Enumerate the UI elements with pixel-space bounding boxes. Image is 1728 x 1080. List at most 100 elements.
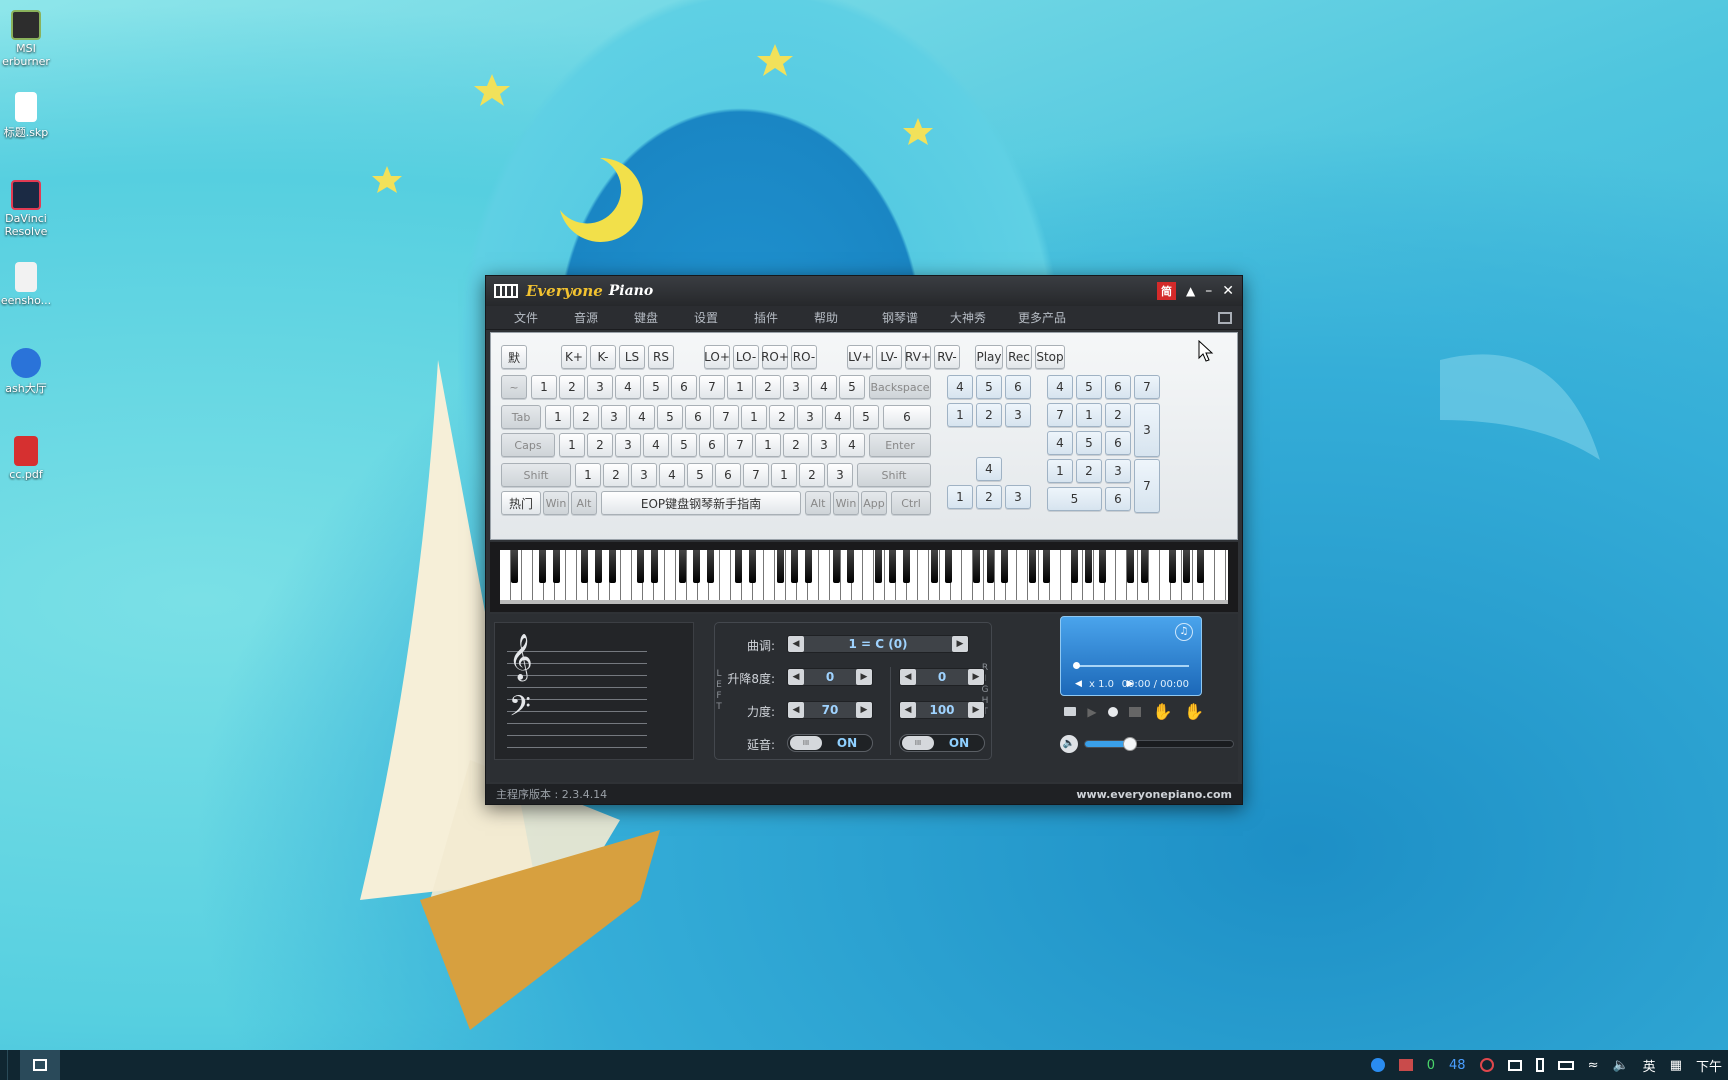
lv-minus-button[interactable]: LV- <box>876 345 902 369</box>
piano-key[interactable]: 3 <box>783 375 809 399</box>
piano-key[interactable]: 1 <box>727 375 753 399</box>
music-note-icon[interactable]: ♫ <box>1175 623 1193 641</box>
arrow-left-key[interactable]: 1 <box>947 485 973 509</box>
ctrl-key[interactable]: Ctrl <box>891 491 931 515</box>
alt-right-key[interactable]: Alt <box>805 491 831 515</box>
piano-black-key[interactable] <box>846 550 854 583</box>
numpad-key[interactable]: 4 <box>1047 431 1073 455</box>
velocity-left-spinner[interactable]: ◀ 70 ▶ <box>787 701 873 719</box>
piano-black-key[interactable] <box>790 550 798 583</box>
k-minus-button[interactable]: K- <box>590 345 616 369</box>
sustain-left-toggle[interactable]: III ON <box>787 734 873 752</box>
piano-key[interactable]: 4 <box>629 405 655 429</box>
piano-white-keys[interactable] <box>500 550 1228 604</box>
arrow-up-key[interactable]: 4 <box>976 457 1002 481</box>
backspace-key[interactable]: Backspace <box>869 375 931 399</box>
piano-key[interactable]: 2 <box>573 405 599 429</box>
stop-button[interactable]: Stop <box>1035 345 1065 369</box>
key-prev-icon[interactable]: ◀ <box>788 636 804 652</box>
clock-text[interactable]: 下午 <box>1696 1056 1722 1075</box>
piano-key[interactable]: 4 <box>643 433 669 457</box>
numpad-key[interactable]: 3 <box>1105 459 1131 483</box>
right-hand-icon[interactable]: ✋ <box>1184 702 1204 721</box>
numpad-key[interactable]: 6 <box>1105 375 1131 399</box>
piano-key[interactable]: 2 <box>587 433 613 457</box>
piano-key[interactable]: 3 <box>797 405 823 429</box>
nav-key[interactable]: 1 <box>947 403 973 427</box>
decrement-icon[interactable]: ◀ <box>900 702 916 718</box>
piano-black-key[interactable] <box>748 550 756 583</box>
clock-app-icon[interactable] <box>1370 1058 1385 1072</box>
website-link[interactable]: www.everyonepiano.com <box>1076 788 1232 801</box>
alt-left-key[interactable]: Alt <box>571 491 597 515</box>
piano-black-key[interactable] <box>930 550 938 583</box>
wifi-icon[interactable]: ≈ <box>1588 1058 1599 1073</box>
piano-key[interactable]: 1 <box>771 463 797 487</box>
piano-key[interactable]: 2 <box>559 375 585 399</box>
layout-icon[interactable] <box>1218 311 1232 324</box>
piano-black-key[interactable] <box>608 550 616 583</box>
skin-icon[interactable]: ▲ <box>1186 284 1195 298</box>
piano-key[interactable]: 5 <box>671 433 697 457</box>
language-flag-button[interactable]: 简 <box>1157 282 1177 300</box>
velocity-right-spinner[interactable]: ◀ 100 ▶ <box>899 701 985 719</box>
piano-black-key[interactable] <box>1168 550 1176 583</box>
hot-button[interactable]: 热门 <box>501 491 541 515</box>
record-icon[interactable] <box>1107 706 1118 717</box>
volume-slider[interactable] <box>1084 740 1234 748</box>
piano-key[interactable]: 6 <box>883 405 931 429</box>
default-button[interactable]: 默 <box>501 345 527 369</box>
piano-key[interactable]: 7 <box>743 463 769 487</box>
shift-left-key[interactable]: Shift <box>501 463 571 487</box>
piano-key[interactable]: 2 <box>755 375 781 399</box>
piano-key[interactable]: 5 <box>657 405 683 429</box>
tilde-key[interactable]: ~ <box>501 375 527 399</box>
decrement-icon[interactable]: ◀ <box>788 702 804 718</box>
piano-key[interactable]: 5 <box>643 375 669 399</box>
start-button[interactable] <box>0 1050 8 1080</box>
piano-key[interactable]: 1 <box>755 433 781 457</box>
speed-down-icon[interactable]: ◀ <box>1075 679 1082 689</box>
desktop-icon-screenshot[interactable]: eensho... <box>0 262 52 307</box>
play-button[interactable]: Play <box>975 345 1003 369</box>
progress-handle[interactable] <box>1073 662 1080 669</box>
increment-icon[interactable]: ▶ <box>856 702 872 718</box>
piano-key[interactable]: 5 <box>839 375 865 399</box>
battery-icon[interactable] <box>1557 1060 1574 1070</box>
increment-icon[interactable]: ▶ <box>968 669 984 685</box>
rs-button[interactable]: RS <box>648 345 674 369</box>
piano-black-key[interactable] <box>1070 550 1078 583</box>
desktop-icon-msi[interactable]: MSI erburner <box>0 10 52 68</box>
key-next-icon[interactable]: ▶ <box>952 636 968 652</box>
piano-black-key[interactable] <box>804 550 812 583</box>
piano-key[interactable]: 6 <box>699 433 725 457</box>
piano-black-key[interactable] <box>1084 550 1092 583</box>
piano-key[interactable]: 1 <box>575 463 601 487</box>
piano-key[interactable]: 3 <box>811 433 837 457</box>
lo-plus-button[interactable]: LO+ <box>704 345 730 369</box>
piano-black-key[interactable] <box>776 550 784 583</box>
progress-track[interactable] <box>1075 665 1189 667</box>
piano-black-key[interactable] <box>552 550 560 583</box>
minimize-button[interactable]: – <box>1205 283 1212 299</box>
lv-plus-button[interactable]: LV+ <box>847 345 873 369</box>
numpad-zero-key[interactable]: 5 <box>1047 487 1102 511</box>
piano-key[interactable]: 2 <box>603 463 629 487</box>
piano-black-key[interactable] <box>902 550 910 583</box>
piano-black-key[interactable] <box>972 550 980 583</box>
menu-showcase[interactable]: 大神秀 <box>950 309 1018 326</box>
numpad-key[interactable]: 7 <box>1134 375 1160 399</box>
shift-right-key[interactable]: Shift <box>857 463 931 487</box>
piano-black-key[interactable] <box>944 550 952 583</box>
nav-key[interactable]: 4 <box>947 375 973 399</box>
menu-file[interactable]: 文件 <box>514 309 574 326</box>
numpad-key[interactable]: 4 <box>1047 375 1073 399</box>
menu-more-products[interactable]: 更多产品 <box>1018 309 1086 326</box>
record-app-icon[interactable] <box>1479 1058 1494 1072</box>
piano-black-key[interactable] <box>874 550 882 583</box>
menu-keyboard[interactable]: 键盘 <box>634 309 694 326</box>
tab-key[interactable]: Tab <box>501 405 541 429</box>
close-button[interactable]: ✕ <box>1222 283 1234 299</box>
piano-black-key[interactable] <box>1042 550 1050 583</box>
win-right-key[interactable]: Win <box>833 491 859 515</box>
